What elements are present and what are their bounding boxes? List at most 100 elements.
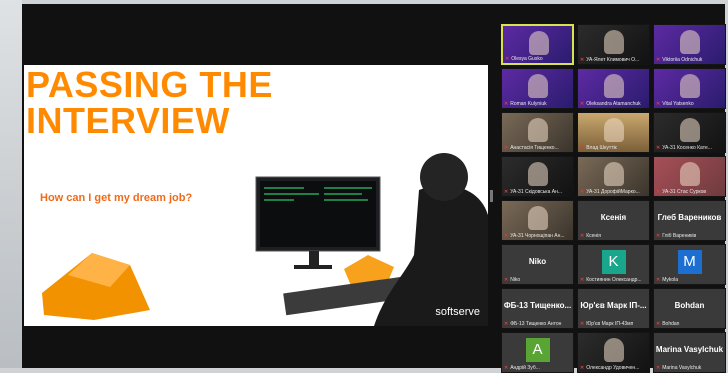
participant-video — [680, 118, 700, 142]
participant-video — [528, 206, 548, 230]
participant-tile[interactable]: ✕ УА-31 Чорнощіпан Ан... — [501, 200, 574, 241]
participant-tile[interactable]: ✕ УА-31 ДорофійМарко... — [577, 156, 650, 197]
participant-label-text: Анастасія Тищенко... — [510, 145, 559, 151]
participant-display-name: Глеб Вареников — [657, 213, 722, 222]
participant-tile[interactable]: K ✕ Костиянин Олександр... — [577, 244, 650, 285]
participant-label-text: УА-31 ДорофійМарко... — [586, 189, 640, 195]
muted-mic-icon: ✕ — [505, 56, 510, 62]
participant-tile[interactable]: Глеб Вареников ✕ Гліб Вареників — [653, 200, 726, 241]
participant-name-label: ✕ Mykola — [656, 277, 723, 283]
muted-mic-icon: ✕ — [580, 57, 585, 63]
participant-tile[interactable]: ✕ Олександр Удовичен... — [577, 332, 650, 373]
participant-name-label: ✕ Влад Шкуттік — [580, 145, 647, 151]
participant-name-label: ✕ Ксенія — [580, 233, 647, 239]
participant-video — [604, 30, 624, 54]
participant-name-label: ✕ УА-31 Чорнощіпан Ан... — [504, 233, 571, 239]
participant-name-label: ✕ УА-31 Косенко Кате... — [656, 145, 723, 151]
meeting-window: PASSING THE INTERVIEW How can I get my d… — [22, 4, 726, 373]
participant-tile[interactable]: ✕ Vital Yatsenko — [653, 68, 726, 109]
participant-display-name: Ксенія — [600, 213, 627, 222]
participant-tile[interactable]: ✕ Oleksandra Atamanchuk — [577, 68, 650, 109]
muted-mic-icon: ✕ — [656, 57, 661, 63]
participant-name-label: ✕ Bohdan — [656, 321, 723, 327]
muted-mic-icon: ✕ — [656, 365, 661, 371]
participant-tile[interactable]: Niko ✕ Niko — [501, 244, 574, 285]
participant-label-text: Олександр Удовичен... — [586, 365, 640, 371]
participant-video — [604, 74, 624, 98]
muted-mic-icon: ✕ — [580, 145, 585, 151]
participant-name-label: ✕ УА-Ялет Климович О... — [580, 57, 647, 63]
muted-mic-icon: ✕ — [504, 365, 509, 371]
participant-name-label: ✕ Roman Kulyniuk — [504, 101, 571, 107]
participant-avatar: K — [601, 250, 626, 274]
participant-tile[interactable]: ✕ Анастасія Тищенко... — [501, 112, 574, 153]
muted-mic-icon: ✕ — [656, 101, 661, 107]
muted-mic-icon: ✕ — [656, 145, 661, 151]
participant-tile[interactable]: ✕ Roman Kulyniuk — [501, 68, 574, 109]
participant-name-label: ✕ УА-31 Стас Сурков — [656, 189, 723, 195]
participant-video — [529, 31, 549, 55]
participant-label-text: Marina Vasylchuk — [662, 365, 702, 371]
participant-label-text: Андрій Зуб... — [510, 365, 540, 371]
participant-label-text: УА-31 Стас Сурков — [662, 189, 707, 195]
muted-mic-icon: ✕ — [580, 365, 585, 371]
split-resize-handle[interactable] — [490, 190, 493, 202]
muted-mic-icon: ✕ — [504, 277, 509, 283]
developer-illustration — [255, 153, 488, 326]
participant-video — [604, 338, 624, 362]
participant-video — [528, 162, 548, 186]
muted-mic-icon: ✕ — [504, 145, 509, 151]
participant-tile[interactable]: ✕ УА-31 Скідовська Ан... — [501, 156, 574, 197]
participant-name-label: ✕ Olesya Gusko — [505, 56, 570, 62]
muted-mic-icon: ✕ — [656, 321, 661, 327]
participant-label-text: УА-31 Косенко Кате... — [662, 145, 712, 151]
muted-mic-icon: ✕ — [580, 277, 585, 283]
participant-tile[interactable]: M ✕ Mykola — [653, 244, 726, 285]
participant-label-text: Влад Шкуттік — [586, 145, 617, 151]
participant-label-text: Niko — [510, 277, 521, 283]
muted-mic-icon: ✕ — [656, 277, 661, 283]
participant-name-label: ✕ Niko — [504, 277, 571, 283]
participant-avatar: A — [525, 338, 550, 362]
participant-label-text: Bohdan — [662, 321, 680, 327]
participant-label-text: Юр'єв Марк ІП-43мп — [586, 321, 634, 327]
participant-label-text: УА-Ялет Климович О... — [586, 57, 640, 63]
muted-mic-icon: ✕ — [580, 233, 585, 239]
participant-tile[interactable]: ФБ-13 Тищенко... ✕ ФБ-13 Тищенко Антон — [501, 288, 574, 329]
participant-tile[interactable]: ✕ Olesya Gusko — [501, 24, 574, 65]
muted-mic-icon: ✕ — [656, 189, 661, 195]
participant-tile[interactable]: ✕ Viktoriia Odnichuk — [653, 24, 726, 65]
participant-tile[interactable]: Bohdan ✕ Bohdan — [653, 288, 726, 329]
participant-tile[interactable]: Ксенія ✕ Ксенія — [577, 200, 650, 241]
participant-tile[interactable]: ✕ Влад Шкуттік — [577, 112, 650, 153]
muted-mic-icon: ✕ — [656, 233, 661, 239]
participant-label-text: Mykola — [662, 277, 679, 283]
participant-tile[interactable]: ✕ УА-31 Косенко Кате... — [653, 112, 726, 153]
muted-mic-icon: ✕ — [504, 101, 509, 107]
participant-video — [680, 162, 700, 186]
participant-label-text: Oleksandra Atamanchuk — [586, 101, 641, 107]
participant-tile[interactable]: ✕ УА-Ялет Климович О... — [577, 24, 650, 65]
muted-mic-icon: ✕ — [504, 321, 509, 327]
brand-logo: softserve — [435, 306, 480, 318]
participant-name-label: ✕ Юр'єв Марк ІП-43мп — [580, 321, 647, 327]
muted-mic-icon: ✕ — [504, 189, 509, 195]
participant-tile[interactable]: Юр'єв Марк ІП-... ✕ Юр'єв Марк ІП-43мп — [577, 288, 650, 329]
participant-label-text: Olesya Gusko — [511, 56, 543, 62]
participant-label-text: УА-31 Скідовська Ан... — [510, 189, 563, 195]
participant-name-label: ✕ Костиянин Олександр... — [580, 277, 647, 283]
participant-name-label: ✕ Marina Vasylchuk — [656, 365, 723, 371]
participant-tile[interactable]: A ✕ Андрій Зуб... — [501, 332, 574, 373]
participant-tile[interactable]: ✕ УА-31 Стас Сурков — [653, 156, 726, 197]
shared-screen-slide: PASSING THE INTERVIEW How can I get my d… — [24, 65, 488, 326]
participant-label-text: Roman Kulyniuk — [510, 101, 547, 107]
participant-name-label: ✕ ФБ-13 Тищенко Антон — [504, 321, 571, 327]
participant-video — [604, 118, 624, 142]
muted-mic-icon: ✕ — [580, 101, 585, 107]
participant-display-name: Bohdan — [674, 301, 705, 310]
participant-label-text: Гліб Вареників — [662, 233, 697, 239]
participant-display-name: Юр'єв Марк ІП-... — [580, 301, 647, 310]
participant-tile[interactable]: Marina Vasylchuk ✕ Marina Vasylchuk — [653, 332, 726, 373]
participant-display-name: ФБ-13 Тищенко... — [503, 301, 572, 310]
muted-mic-icon: ✕ — [580, 189, 585, 195]
